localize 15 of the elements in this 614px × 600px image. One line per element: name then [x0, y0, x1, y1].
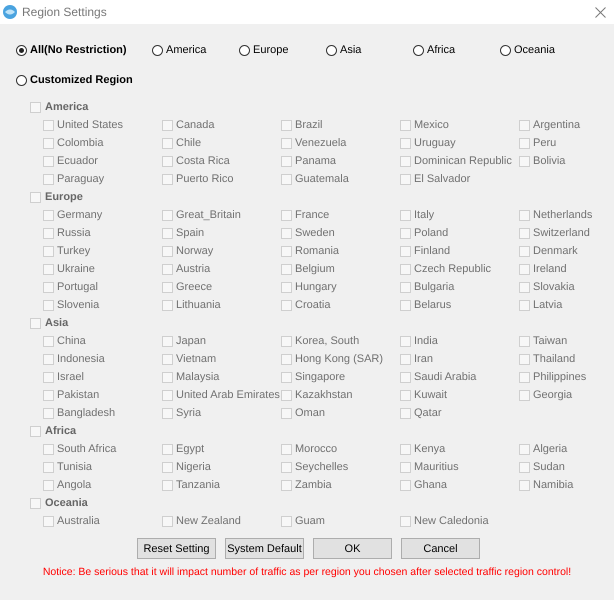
region-radio[interactable]: Africa [413, 42, 500, 58]
region-radio[interactable]: Oceania [500, 42, 587, 58]
dialog-button[interactable]: System Default [225, 538, 304, 559]
notice-text: Notice: Be serious that it will impact number of traffic as per region you chosen after selected traffic region control! [42, 565, 572, 578]
window-title: Region Settings [22, 5, 108, 19]
region-radio[interactable]: Customized Region [16, 72, 152, 88]
region-radio[interactable]: All(No Restriction) [16, 42, 152, 58]
dialog-button[interactable]: Reset Setting [137, 538, 216, 559]
dialog-button[interactable]: OK [313, 538, 392, 559]
region-radio[interactable]: Europe [239, 42, 326, 58]
region-radio[interactable]: Asia [326, 42, 413, 58]
close-icon[interactable] [595, 6, 606, 18]
dialog-button[interactable]: Cancel [401, 538, 480, 559]
region-radio[interactable]: America [152, 42, 239, 58]
app-icon [2, 4, 18, 20]
